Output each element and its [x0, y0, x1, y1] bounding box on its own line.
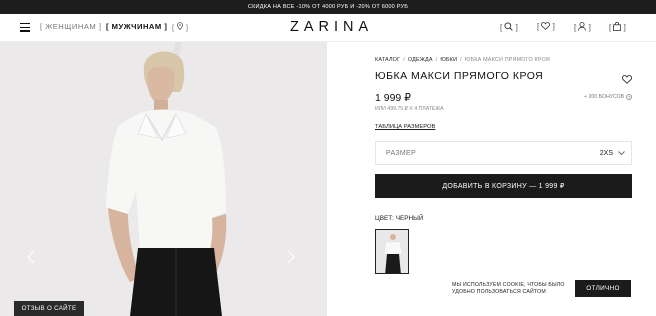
- cookie-notice: МЫ ИСПОЛЬЗУЕМ COOKIE, ЧТОБЫ БЫЛО УДОБНО …: [452, 282, 565, 296]
- size-label: РАЗМЕР: [386, 150, 416, 157]
- bonus-points: + 200 БОНУСОВ?: [584, 94, 633, 100]
- cookie-text-line2: УДОБНО ПОЛЬЗОВАТЬСЯ САЙТОМ: [452, 289, 546, 296]
- color-swatch-black[interactable]: [375, 229, 409, 274]
- add-to-cart-button[interactable]: ДОБАВИТЬ В КОРЗИНУ — 1 999 ₽: [375, 174, 632, 198]
- site-logo[interactable]: ZARINA: [290, 19, 373, 35]
- promo-banner: СКИДКА НА ВСЕ -10% ОТ 4000 РУБ И -20% ОТ…: [0, 0, 656, 14]
- swatch-thumbnail: [376, 230, 408, 273]
- bag-icon: [613, 21, 622, 32]
- breadcrumb-clothing[interactable]: ОДЕЖДА: [408, 57, 433, 63]
- cookie-accept-button[interactable]: ОТЛИЧНО: [575, 280, 631, 297]
- heart-icon: [541, 22, 551, 30]
- chevron-left-icon: [27, 250, 35, 264]
- chevron-down-icon: [618, 151, 625, 156]
- next-image-button[interactable]: [287, 250, 295, 264]
- prev-image-button[interactable]: [27, 250, 35, 264]
- breadcrumb-current: ЮБКА МАКСИ ПРЯМОГО КРОЯ: [464, 57, 550, 63]
- promo-text: СКИДКА НА ВСЕ -10% ОТ 4000 РУБ И -20% ОТ…: [247, 4, 409, 10]
- help-icon[interactable]: ?: [626, 94, 633, 100]
- chevron-right-icon: [287, 250, 295, 264]
- model-image: [0, 42, 327, 316]
- cart-button[interactable]: [ ]: [609, 21, 626, 32]
- search-icon: [504, 22, 514, 31]
- bonus-text: + 200 БОНУСОВ: [584, 94, 625, 100]
- size-value: 2XS: [599, 150, 613, 157]
- installment-info: ИЛИ 499.75 ₽ Х 4 ПЛАТЕЖА: [375, 106, 444, 112]
- product-price: 1 999 ₽: [375, 92, 411, 104]
- add-to-favorites-button[interactable]: [622, 71, 632, 89]
- size-table-link[interactable]: ТАБЛИЦА РАЗМЕРОВ: [375, 124, 435, 130]
- location-pin-icon: [177, 22, 184, 31]
- product-photo[interactable]: [0, 42, 327, 316]
- cookie-text-line1: МЫ ИСПОЛЬЗУЕМ COOKIE, ЧТОБЫ БЫЛО: [452, 282, 565, 288]
- breadcrumb-catalog[interactable]: КАТАЛОГ: [375, 57, 400, 63]
- product-title: ЮБКА МАКСИ ПРЯМОГО КРОЯ: [375, 70, 544, 82]
- site-review-button[interactable]: ОТЗЫВ О САЙТЕ: [14, 301, 84, 316]
- user-icon: [578, 22, 587, 31]
- nav-women[interactable]: [ ЖЕНЩИНАМ ]: [40, 22, 101, 31]
- site-header: [ ЖЕНЩИНАМ ] [ МУЖЧИНАМ ] [ ] ZARINA [ ]…: [0, 14, 656, 42]
- favorites-button[interactable]: [ ]: [537, 22, 555, 31]
- nav-men[interactable]: [ МУЖЧИНАМ ]: [106, 22, 167, 31]
- heart-icon: [622, 75, 632, 84]
- breadcrumb-skirts[interactable]: ЮБКИ: [440, 57, 457, 63]
- account-button[interactable]: [ ]: [574, 22, 591, 32]
- size-select[interactable]: РАЗМЕР 2XS: [375, 141, 632, 165]
- store-locator-button[interactable]: [ ]: [172, 22, 188, 32]
- search-button[interactable]: [ ]: [500, 22, 518, 32]
- breadcrumb: КАТАЛОГ / ОДЕЖДА / ЮБКИ / ЮБКА МАКСИ ПРЯМОГО К…: [375, 57, 550, 63]
- menu-icon[interactable]: [20, 23, 30, 32]
- color-label: ЦВЕТ: ЧЕРНЫЙ: [375, 215, 424, 222]
